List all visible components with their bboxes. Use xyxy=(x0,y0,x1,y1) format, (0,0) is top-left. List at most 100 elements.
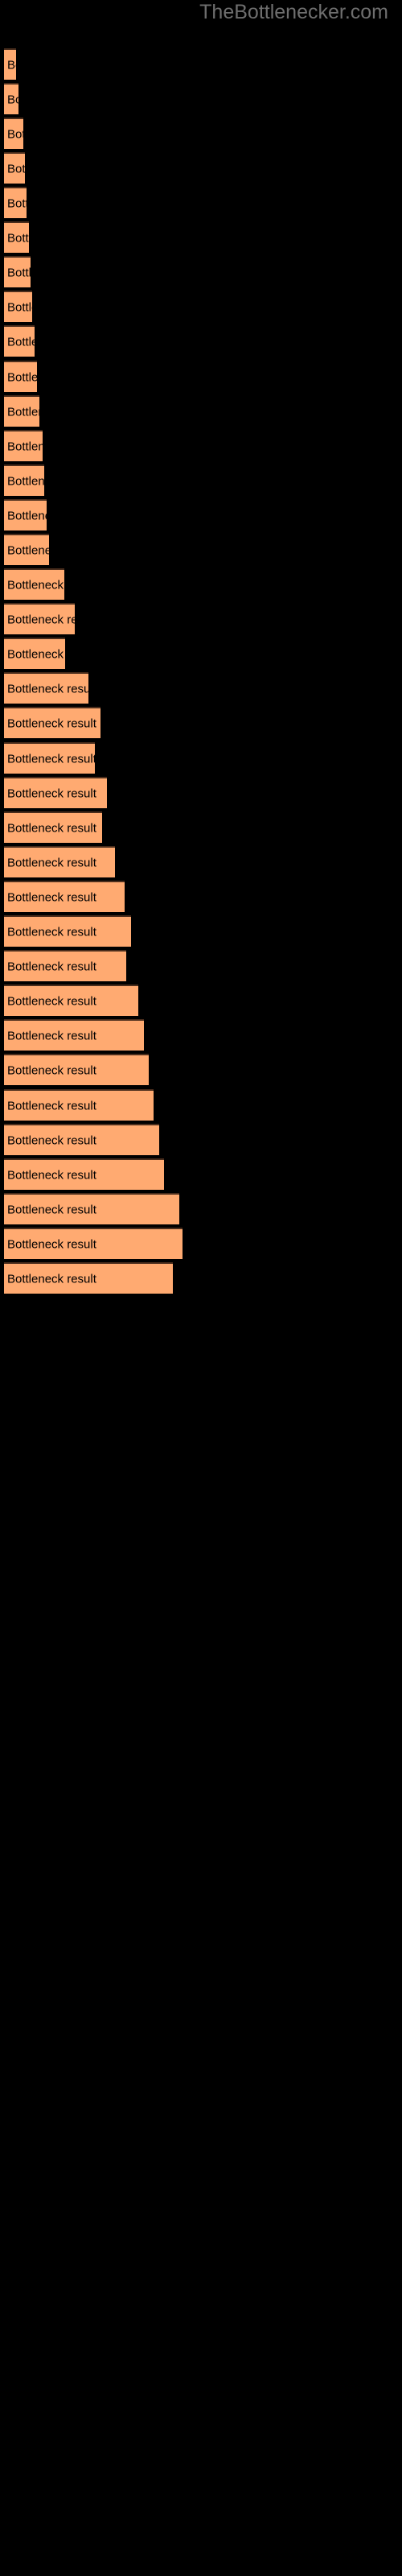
bar[interactable]: Bottleneck result xyxy=(4,985,138,1016)
bar-row: Bottleneck result xyxy=(0,1262,402,1294)
bar-label: Bottleneck result xyxy=(7,1029,96,1042)
bar-label: Bottleneck result xyxy=(7,682,88,696)
bar[interactable]: Bottleneck result xyxy=(4,499,47,530)
bar-label: Bottleneck result xyxy=(7,925,96,939)
bar-label: Bottleneck result xyxy=(7,127,23,141)
bar-label: Bottleneck result xyxy=(7,93,18,106)
bar[interactable]: Bottleneck result xyxy=(4,118,23,149)
bar[interactable]: Bottleneck result xyxy=(4,568,64,600)
bar-label: Bottleneck result xyxy=(7,474,44,488)
bar-label: Bottleneck result xyxy=(7,335,35,349)
bar-label: Bottleneck result xyxy=(7,196,27,210)
bar-label: Bottleneck result xyxy=(7,994,96,1008)
bar[interactable]: Bottleneck result xyxy=(4,221,29,253)
bar-row: Bottleneck result xyxy=(0,464,402,496)
bar-row: Bottleneck result xyxy=(0,430,402,461)
bar[interactable]: Bottleneck result xyxy=(4,325,35,357)
bar[interactable]: Bottleneck result xyxy=(4,1054,149,1085)
bar-label: Bottleneck result xyxy=(7,300,32,314)
bar-label: Bottleneck result xyxy=(7,1063,96,1077)
bar-label: Bottleneck result xyxy=(7,1203,96,1216)
bar-row: Bottleneck result xyxy=(0,48,402,80)
bar-row: Bottleneck result xyxy=(0,291,402,322)
bar-label: Bottleneck result xyxy=(7,613,75,626)
plot-area: Bottleneck result Bottleneck result Bottle… xyxy=(0,0,402,2576)
bar-row: Bottleneck result xyxy=(0,499,402,530)
bottleneck-bar-chart: TheBottlenecker.com Bottleneck resultBot… xyxy=(0,0,402,2576)
bar-row: Bottleneck result xyxy=(0,672,402,704)
bar[interactable]: Bottleneck result xyxy=(4,846,115,877)
bar[interactable]: Bottleneck result xyxy=(4,777,107,808)
bar[interactable]: Bottleneck result xyxy=(4,811,102,843)
bar-label: Bottleneck result xyxy=(7,162,25,175)
bar[interactable]: Bottleneck result xyxy=(4,707,100,738)
bar-row: Bottleneck result xyxy=(0,707,402,738)
bar[interactable]: Bottleneck result xyxy=(4,1158,164,1190)
bar[interactable]: Bottleneck result xyxy=(4,742,95,774)
bar-row: Bottleneck result xyxy=(0,83,402,114)
bar-row: Bottleneck result xyxy=(0,881,402,912)
bar-label: Bottleneck result xyxy=(7,821,96,835)
bar-label: Bottleneck result xyxy=(7,440,43,453)
bar[interactable]: Bottleneck result xyxy=(4,83,18,114)
bar-row: Bottleneck result xyxy=(0,118,402,149)
bar-label: Bottleneck result xyxy=(7,1099,96,1113)
bar-row: Bottleneck result xyxy=(0,1054,402,1085)
bar-row: Bottleneck result xyxy=(0,777,402,808)
bar-label: Bottleneck result xyxy=(7,543,49,557)
bar-row: Bottleneck result xyxy=(0,221,402,253)
bar-row: Bottleneck result xyxy=(0,361,402,392)
bar-row: Bottleneck result xyxy=(0,985,402,1016)
bar[interactable]: Bottleneck result xyxy=(4,187,27,218)
bar-row: Bottleneck result xyxy=(0,846,402,877)
bar[interactable]: Bottleneck result xyxy=(4,1262,173,1294)
bar[interactable]: Bottleneck result xyxy=(4,256,31,287)
bar[interactable]: Bottleneck result xyxy=(4,672,88,704)
bar-label: Bottleneck result xyxy=(7,856,96,869)
bar[interactable]: Bottleneck result xyxy=(4,534,49,565)
bar-label: Bottleneck result xyxy=(7,266,31,279)
bar-row: Bottleneck result xyxy=(0,152,402,184)
bar-label: Bottleneck result xyxy=(7,370,37,384)
bar-label: Bottleneck result xyxy=(7,405,39,419)
bar[interactable]: Bottleneck result xyxy=(4,915,131,947)
bar-row: Bottleneck result xyxy=(0,603,402,634)
bar[interactable]: Bottleneck result xyxy=(4,1019,144,1051)
bar-label: Bottleneck result xyxy=(7,509,47,522)
bar[interactable]: Bottleneck result xyxy=(4,395,39,427)
bar-row: Bottleneck result xyxy=(0,256,402,287)
bar[interactable]: Bottleneck result xyxy=(4,881,125,912)
bar-label: Bottleneck result xyxy=(7,960,96,973)
bar-row: Bottleneck result xyxy=(0,1193,402,1224)
bar-row: Bottleneck result xyxy=(0,742,402,774)
bar-row: Bottleneck result xyxy=(0,1124,402,1155)
bar[interactable]: Bottleneck result xyxy=(4,603,75,634)
bar-label: Bottleneck result xyxy=(7,786,96,800)
bar-row: Bottleneck result xyxy=(0,950,402,981)
bar-row: Bottleneck result xyxy=(0,325,402,357)
bar[interactable]: Bottleneck result xyxy=(4,291,32,322)
bar[interactable]: Bottleneck result xyxy=(4,48,16,80)
bar-row: Bottleneck result xyxy=(0,1089,402,1121)
bar-label: Bottleneck result xyxy=(7,1168,96,1182)
bar-label: Bottleneck result xyxy=(7,1237,96,1251)
bar-row: Bottleneck result xyxy=(0,638,402,669)
bar[interactable]: Bottleneck result xyxy=(4,1124,159,1155)
bar[interactable]: Bottleneck result xyxy=(4,1228,183,1259)
bar[interactable]: Bottleneck result xyxy=(4,950,126,981)
bar-row: Bottleneck result xyxy=(0,1158,402,1190)
bar[interactable]: Bottleneck result xyxy=(4,638,65,669)
bar[interactable]: Bottleneck result xyxy=(4,464,44,496)
bar-row: Bottleneck result xyxy=(0,811,402,843)
bar[interactable]: Bottleneck result xyxy=(4,1089,154,1121)
bar-label: Bottleneck result xyxy=(7,58,16,72)
bar-label: Bottleneck result xyxy=(7,647,65,661)
bar[interactable]: Bottleneck result xyxy=(4,152,25,184)
bar[interactable]: Bottleneck result xyxy=(4,430,43,461)
bar[interactable]: Bottleneck result xyxy=(4,1193,179,1224)
bar-label: Bottleneck result xyxy=(7,752,95,766)
bar-row: Bottleneck result xyxy=(0,1019,402,1051)
bar-label: Bottleneck result xyxy=(7,890,96,904)
bar-label: Bottleneck result xyxy=(7,231,29,245)
bar[interactable]: Bottleneck result xyxy=(4,361,37,392)
